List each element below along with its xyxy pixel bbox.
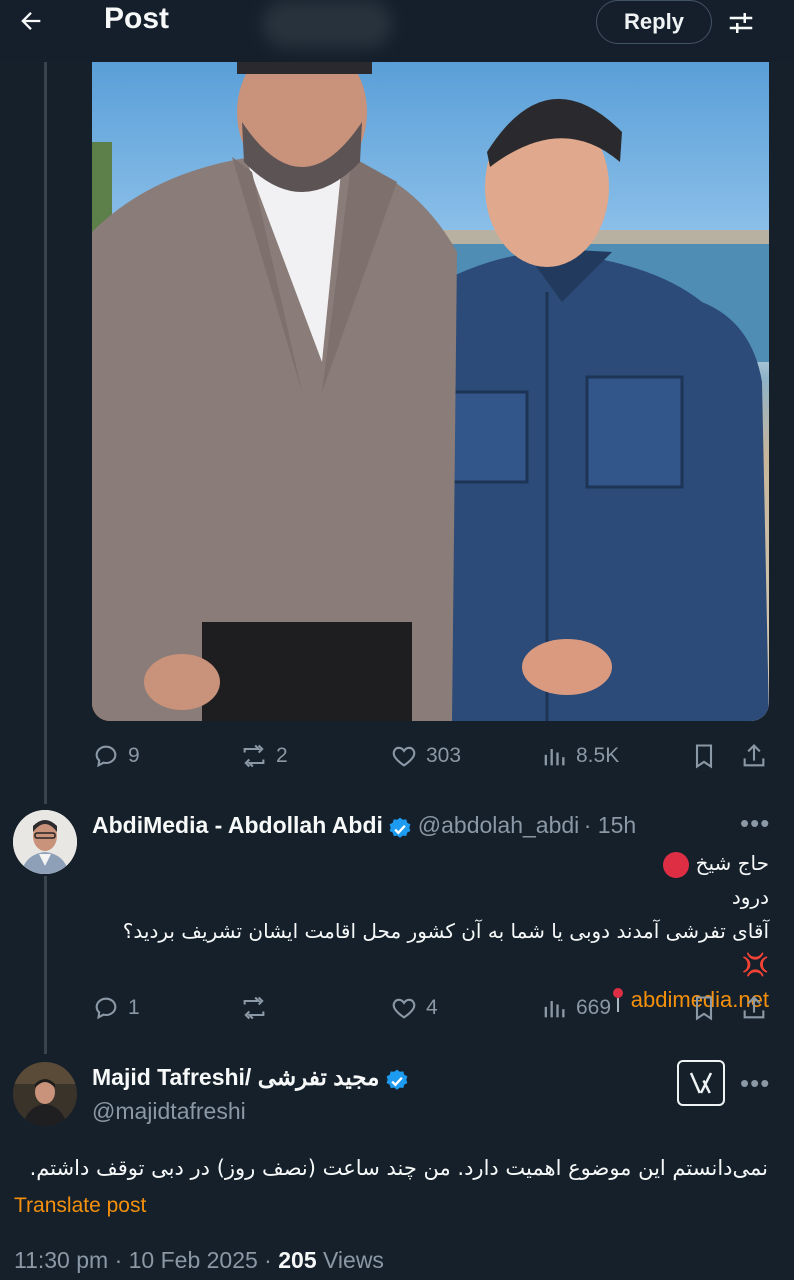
analytics-icon bbox=[544, 749, 565, 766]
post-text: نمی‌دانستم این موضوع اهمیت دارد. من چند … bbox=[29, 1156, 768, 1180]
red-circle-icon bbox=[663, 851, 690, 878]
bookmark-action[interactable] bbox=[690, 742, 718, 770]
timestamp[interactable]: · 15h bbox=[584, 812, 636, 838]
blurred-region bbox=[262, 0, 392, 48]
views-action[interactable]: 669 bbox=[540, 994, 611, 1022]
views-action[interactable]: 8.5K bbox=[540, 742, 619, 770]
post-timestamp[interactable]: 11:30 pm · 10 Feb 2025 · bbox=[14, 1247, 278, 1273]
views-count: 669 bbox=[576, 996, 612, 1019]
views-label: Views bbox=[316, 1247, 384, 1273]
like-action[interactable]: 4 bbox=[390, 994, 438, 1022]
bookmark-action[interactable] bbox=[690, 994, 718, 1022]
reply-count: 9 bbox=[128, 744, 140, 767]
thread-line bbox=[44, 876, 47, 1054]
heart-icon bbox=[392, 998, 416, 1019]
share-icon bbox=[743, 744, 765, 767]
avatar[interactable] bbox=[13, 1062, 77, 1126]
handle[interactable]: @majidtafreshi bbox=[92, 1098, 246, 1125]
heart-icon bbox=[392, 746, 416, 767]
reply-action[interactable]: 9 bbox=[92, 742, 140, 770]
reply-button[interactable]: Reply bbox=[596, 0, 712, 44]
repost-action[interactable] bbox=[240, 994, 276, 1022]
repost-count: 2 bbox=[276, 744, 288, 767]
repost-icon bbox=[243, 996, 265, 1020]
more-options-icon[interactable]: ••• bbox=[740, 808, 770, 839]
bookmark-icon bbox=[695, 744, 713, 769]
share-icon bbox=[743, 996, 765, 1019]
like-count: 4 bbox=[426, 996, 438, 1019]
reply2-header: Majid Tafreshi/ مجید تفرشی bbox=[92, 1064, 410, 1094]
post-image[interactable] bbox=[92, 62, 769, 721]
display-name[interactable]: Majid Tafreshi/ مجید تفرشی bbox=[92, 1064, 379, 1090]
page-title: Post bbox=[104, 2, 170, 35]
verified-badge-icon bbox=[389, 817, 411, 838]
top-bar: Post Reply bbox=[0, 0, 794, 62]
translate-post-link[interactable]: Translate post bbox=[14, 1194, 146, 1218]
like-count: 303 bbox=[426, 744, 462, 767]
views-count: 205 bbox=[278, 1247, 317, 1273]
more-options-icon[interactable]: ••• bbox=[740, 1068, 770, 1099]
anger-symbol-icon: 💢 bbox=[741, 953, 769, 978]
reply-icon bbox=[95, 745, 117, 768]
repost-action[interactable]: 2 bbox=[240, 742, 288, 770]
avatar[interactable] bbox=[13, 810, 77, 874]
reply-action[interactable]: 1 bbox=[92, 994, 140, 1022]
pin-icon bbox=[611, 988, 625, 1014]
share-action[interactable] bbox=[740, 994, 768, 1022]
analytics-icon bbox=[544, 1001, 565, 1018]
settings-sliders-icon[interactable] bbox=[724, 6, 758, 40]
reply1-line: حاج شیخ bbox=[92, 846, 769, 880]
reply1-body: حاج شیخ درود آقای تفرشی آمدند دوبی یا شم… bbox=[92, 846, 769, 1017]
reply1-line: درود bbox=[731, 885, 769, 909]
display-name[interactable]: AbdiMedia - Abdollah Abdi bbox=[92, 812, 383, 838]
thread-line bbox=[44, 62, 47, 804]
reply1-line: آقای تفرشی آمدند دوبی یا شما به آن کشور … bbox=[122, 919, 769, 978]
verified-badge-icon bbox=[386, 1069, 408, 1090]
post-meta: 11:30 pm · 10 Feb 2025 · 205 Views bbox=[14, 1247, 384, 1274]
views-count: 8.5K bbox=[576, 744, 620, 767]
bookmark-icon bbox=[695, 996, 713, 1021]
reply-icon bbox=[95, 997, 117, 1020]
share-action[interactable] bbox=[740, 742, 768, 770]
grok-icon[interactable] bbox=[677, 1060, 725, 1106]
back-arrow-icon[interactable] bbox=[14, 4, 48, 38]
reply1-header: AbdiMedia - Abdollah Abdi @abdolah_abdi … bbox=[92, 812, 636, 842]
like-action[interactable]: 303 bbox=[390, 742, 461, 770]
repost-icon bbox=[243, 744, 265, 768]
reply-count: 1 bbox=[128, 996, 140, 1019]
handle[interactable]: @abdolah_abdi bbox=[418, 812, 579, 838]
